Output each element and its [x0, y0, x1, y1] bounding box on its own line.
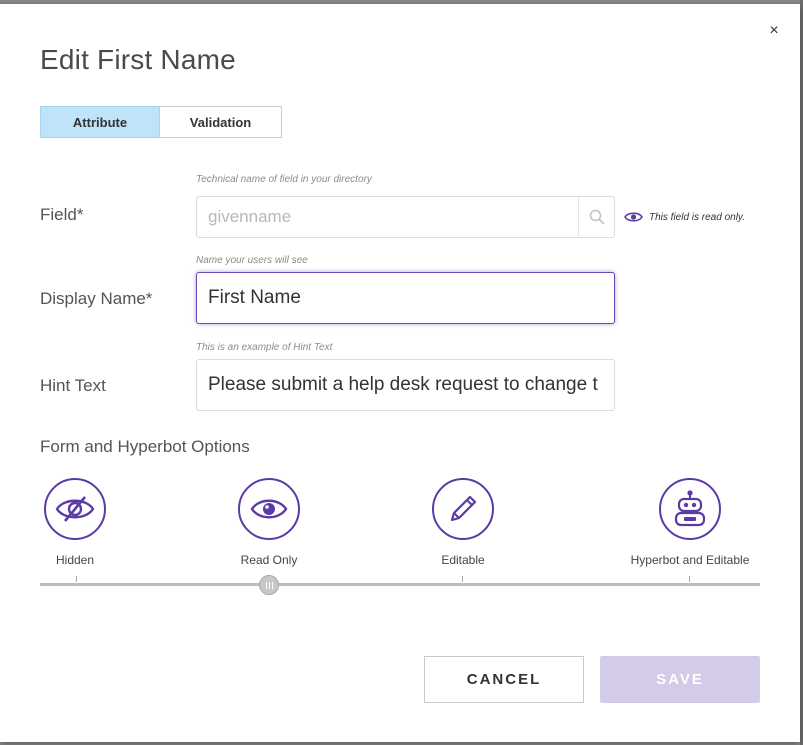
eye-slash-icon[interactable] [44, 478, 106, 540]
option-hyperbot-editable-label: Hyperbot and Editable [630, 553, 750, 567]
slider-tick [76, 576, 77, 582]
field-label: Field* [40, 205, 84, 224]
slider-tick [689, 576, 690, 582]
slider-handle[interactable] [259, 575, 279, 595]
hint-text-input[interactable]: Please submit a help desk request to cha… [196, 359, 615, 411]
hint-text-hint: This is an example of Hint Text [196, 342, 333, 353]
eye-icon [624, 212, 643, 222]
save-button[interactable]: SAVE [600, 656, 760, 703]
option-read-only-label: Read Only [240, 553, 298, 567]
tab-bar: Attribute Validation [40, 106, 282, 138]
options-section-title: Form and Hyperbot Options [40, 437, 250, 456]
robot-icon[interactable] [659, 478, 721, 540]
slider-tick [462, 576, 463, 582]
edit-field-dialog: × Edit First Name Attribute Validation T… [0, 4, 800, 742]
field-value: givenname [208, 207, 292, 226]
cancel-button[interactable]: CANCEL [424, 656, 584, 703]
readonly-note-text: This field is read only. [649, 211, 745, 223]
tab-attribute[interactable]: Attribute [40, 106, 160, 138]
field-input: givenname [196, 196, 615, 238]
option-read-only[interactable]: Read Only [199, 478, 339, 567]
pencil-icon[interactable] [432, 478, 494, 540]
dialog-title: Edit First Name [40, 44, 236, 75]
display-name-value: First Name [208, 287, 301, 308]
option-hyperbot-editable[interactable]: Hyperbot and Editable [619, 478, 761, 567]
eye-icon[interactable] [238, 478, 300, 540]
readonly-note: This field is read only. [624, 211, 745, 223]
option-hidden-label: Hidden [55, 553, 95, 567]
hint-text-value: Please submit a help desk request to cha… [208, 374, 598, 395]
options-slider-track[interactable] [40, 583, 760, 586]
display-name-label: Display Name* [40, 289, 153, 308]
tab-validation[interactable]: Validation [160, 106, 282, 138]
option-editable[interactable]: Editable [393, 478, 533, 567]
option-editable-label: Editable [441, 553, 485, 567]
option-hidden[interactable]: Hidden [5, 478, 145, 567]
close-icon[interactable]: × [766, 22, 782, 40]
search-icon [578, 197, 614, 237]
hint-text-label: Hint Text [40, 376, 106, 395]
display-name-input[interactable]: First Name [196, 272, 615, 324]
field-hint: Technical name of field in your director… [196, 174, 372, 185]
display-name-hint: Name your users will see [196, 255, 308, 266]
